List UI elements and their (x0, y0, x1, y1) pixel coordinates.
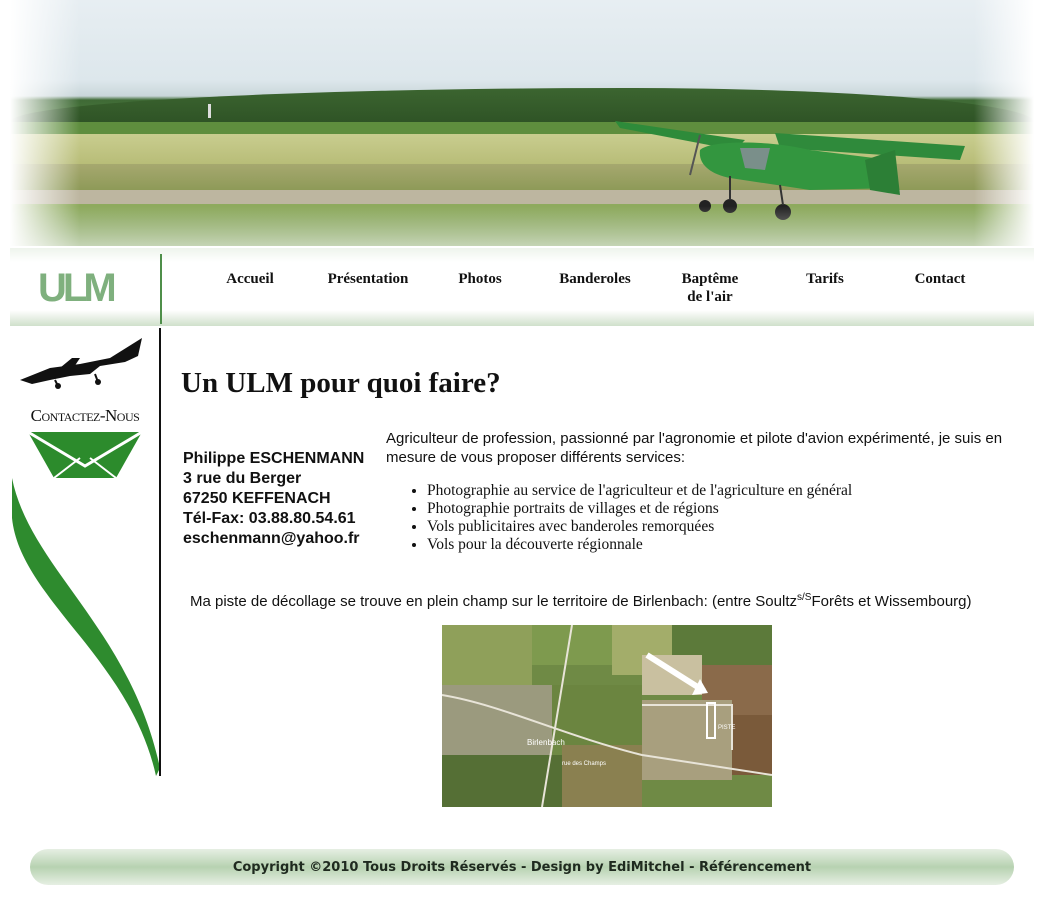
footer-copyright: Copyright ©2010 Tous Droits Réservés - D… (232, 860, 812, 875)
aerial-map: Birlenbach rue des Champs PISTE (442, 625, 772, 807)
envelope-icon[interactable] (27, 430, 143, 479)
nav-item-bapteme-line2: de l'air (687, 289, 733, 305)
nav-item-contact[interactable]: Contact (900, 270, 980, 288)
runway-map-image: Birlenbach rue des Champs PISTE (442, 625, 772, 807)
contact-phone: Tél-Fax: 03.88.80.54.61 (183, 510, 356, 527)
runway-text-sup: s/S (797, 592, 812, 603)
page-title: Un ULM pour quoi faire? (181, 367, 501, 399)
service-item: Vols pour la découverte régionnale (427, 536, 852, 554)
sidebar-border (159, 328, 161, 776)
main-navigation: ULM Accueil Présentation Photos Banderol… (10, 248, 1034, 326)
contact-email[interactable]: eschenmann@yahoo.fr (183, 529, 364, 549)
decorative-swoosh (12, 478, 160, 776)
nav-item-accueil[interactable]: Accueil (210, 270, 290, 288)
service-item: Photographie au service de l'agriculteur… (427, 482, 852, 500)
contact-us-link[interactable]: Contactez-Nous (14, 406, 156, 426)
sidebar-graphics (12, 338, 160, 776)
nav-item-presentation[interactable]: Présentation (318, 270, 418, 288)
nav-item-banderoles[interactable]: Banderoles (550, 270, 640, 288)
contact-street: 3 rue du Berger (183, 470, 302, 487)
intro-text: Agriculteur de profession, passionné par… (386, 430, 1003, 466)
logo-text: ULM (38, 266, 117, 310)
map-village-label: Birlenbach (527, 738, 565, 747)
nav-item-bapteme-line1: Baptême (681, 271, 739, 287)
site-logo[interactable]: ULM (10, 248, 160, 326)
map-marker-label: PISTE (718, 725, 735, 731)
nav-item-photos[interactable]: Photos (440, 270, 520, 288)
service-item: Photographie portraits de villages et de… (427, 500, 852, 518)
nav-divider (160, 254, 162, 324)
map-road-label: rue des Champs (562, 761, 606, 767)
runway-text-before: Ma piste de décollage se trouve en plein… (190, 593, 797, 610)
services-list: Photographie au service de l'agriculteur… (409, 482, 852, 554)
service-item: Vols publicitaires avec banderoles remor… (427, 518, 852, 536)
nav-item-tarifs[interactable]: Tarifs (785, 270, 865, 288)
runway-location-text: Ma piste de décollage se trouve en plein… (190, 592, 972, 610)
contact-city: 67250 KEFFENACH (183, 490, 331, 507)
runway-text-after: Forêts et Wissembourg) (811, 593, 972, 610)
header-banner (10, 0, 1034, 246)
contact-name: Philippe ESCHENMANN (183, 450, 365, 467)
airplane-silhouette-icon (20, 338, 142, 389)
contact-block: Philippe ESCHENMANN 3 rue du Berger 6725… (183, 449, 364, 549)
nav-item-bapteme[interactable]: Baptême de l'air (665, 270, 755, 306)
sidebar: Contactez-Nous (10, 328, 160, 780)
